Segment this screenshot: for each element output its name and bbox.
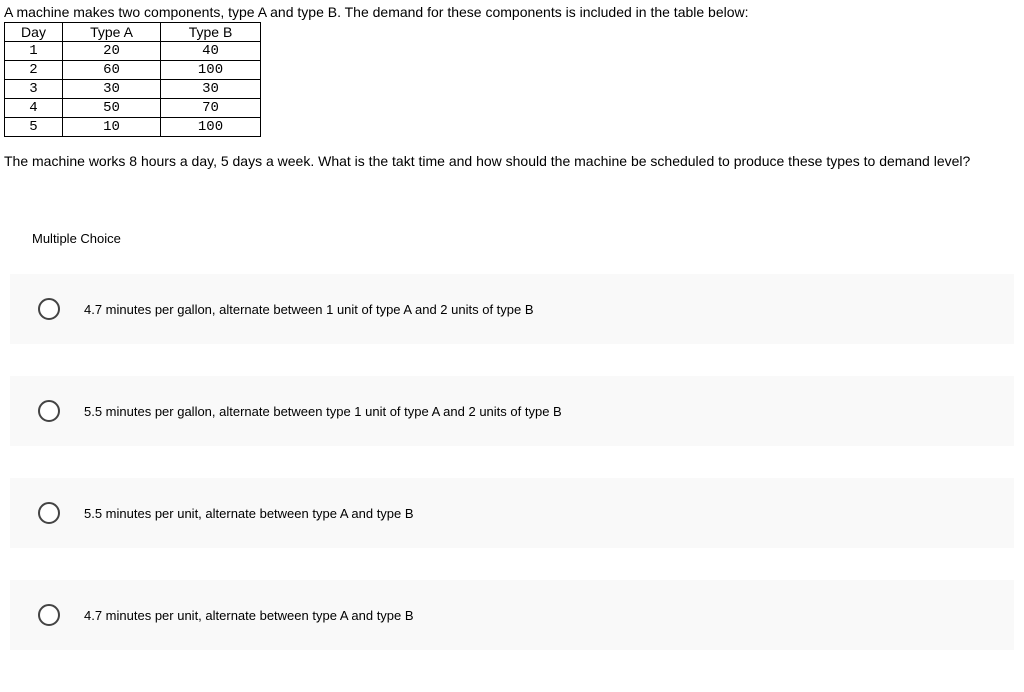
table-row: 1 20 40: [5, 42, 261, 61]
radio-icon[interactable]: [38, 298, 60, 320]
choice-text: 5.5 minutes per unit, alternate between …: [84, 506, 414, 521]
cell-day: 3: [5, 80, 63, 99]
cell-type-b: 30: [161, 80, 261, 99]
cell-day: 4: [5, 99, 63, 118]
cell-type-b: 40: [161, 42, 261, 61]
cell-type-a: 10: [63, 118, 161, 137]
table-row: 5 10 100: [5, 118, 261, 137]
table-row: 2 60 100: [5, 61, 261, 80]
choice-option[interactable]: 4.7 minutes per gallon, alternate betwee…: [10, 274, 1014, 344]
table-header-type-b: Type B: [161, 23, 261, 42]
choice-option[interactable]: 4.7 minutes per unit, alternate between …: [10, 580, 1014, 650]
table-header-day: Day: [5, 23, 63, 42]
radio-icon[interactable]: [38, 502, 60, 524]
cell-type-b: 70: [161, 99, 261, 118]
cell-type-a: 60: [63, 61, 161, 80]
cell-type-a: 30: [63, 80, 161, 99]
question-followup: The machine works 8 hours a day, 5 days …: [4, 151, 1020, 171]
choice-option[interactable]: 5.5 minutes per gallon, alternate betwee…: [10, 376, 1014, 446]
cell-day: 2: [5, 61, 63, 80]
cell-day: 1: [5, 42, 63, 61]
multiple-choice-label: Multiple Choice: [32, 231, 1020, 246]
choice-text: 4.7 minutes per unit, alternate between …: [84, 608, 414, 623]
cell-type-a: 20: [63, 42, 161, 61]
choice-text: 5.5 minutes per gallon, alternate betwee…: [84, 404, 562, 419]
cell-type-b: 100: [161, 61, 261, 80]
table-row: 3 30 30: [5, 80, 261, 99]
radio-icon[interactable]: [38, 604, 60, 626]
table-header-type-a: Type A: [63, 23, 161, 42]
radio-icon[interactable]: [38, 400, 60, 422]
choices-container: 4.7 minutes per gallon, alternate betwee…: [4, 274, 1020, 650]
cell-type-b: 100: [161, 118, 261, 137]
cell-day: 5: [5, 118, 63, 137]
demand-table: Day Type A Type B 1 20 40 2 60 100 3 30 …: [4, 22, 261, 137]
table-row: 4 50 70: [5, 99, 261, 118]
cell-type-a: 50: [63, 99, 161, 118]
choice-text: 4.7 minutes per gallon, alternate betwee…: [84, 302, 534, 317]
choice-option[interactable]: 5.5 minutes per unit, alternate between …: [10, 478, 1014, 548]
question-intro: A machine makes two components, type A a…: [4, 4, 1020, 20]
